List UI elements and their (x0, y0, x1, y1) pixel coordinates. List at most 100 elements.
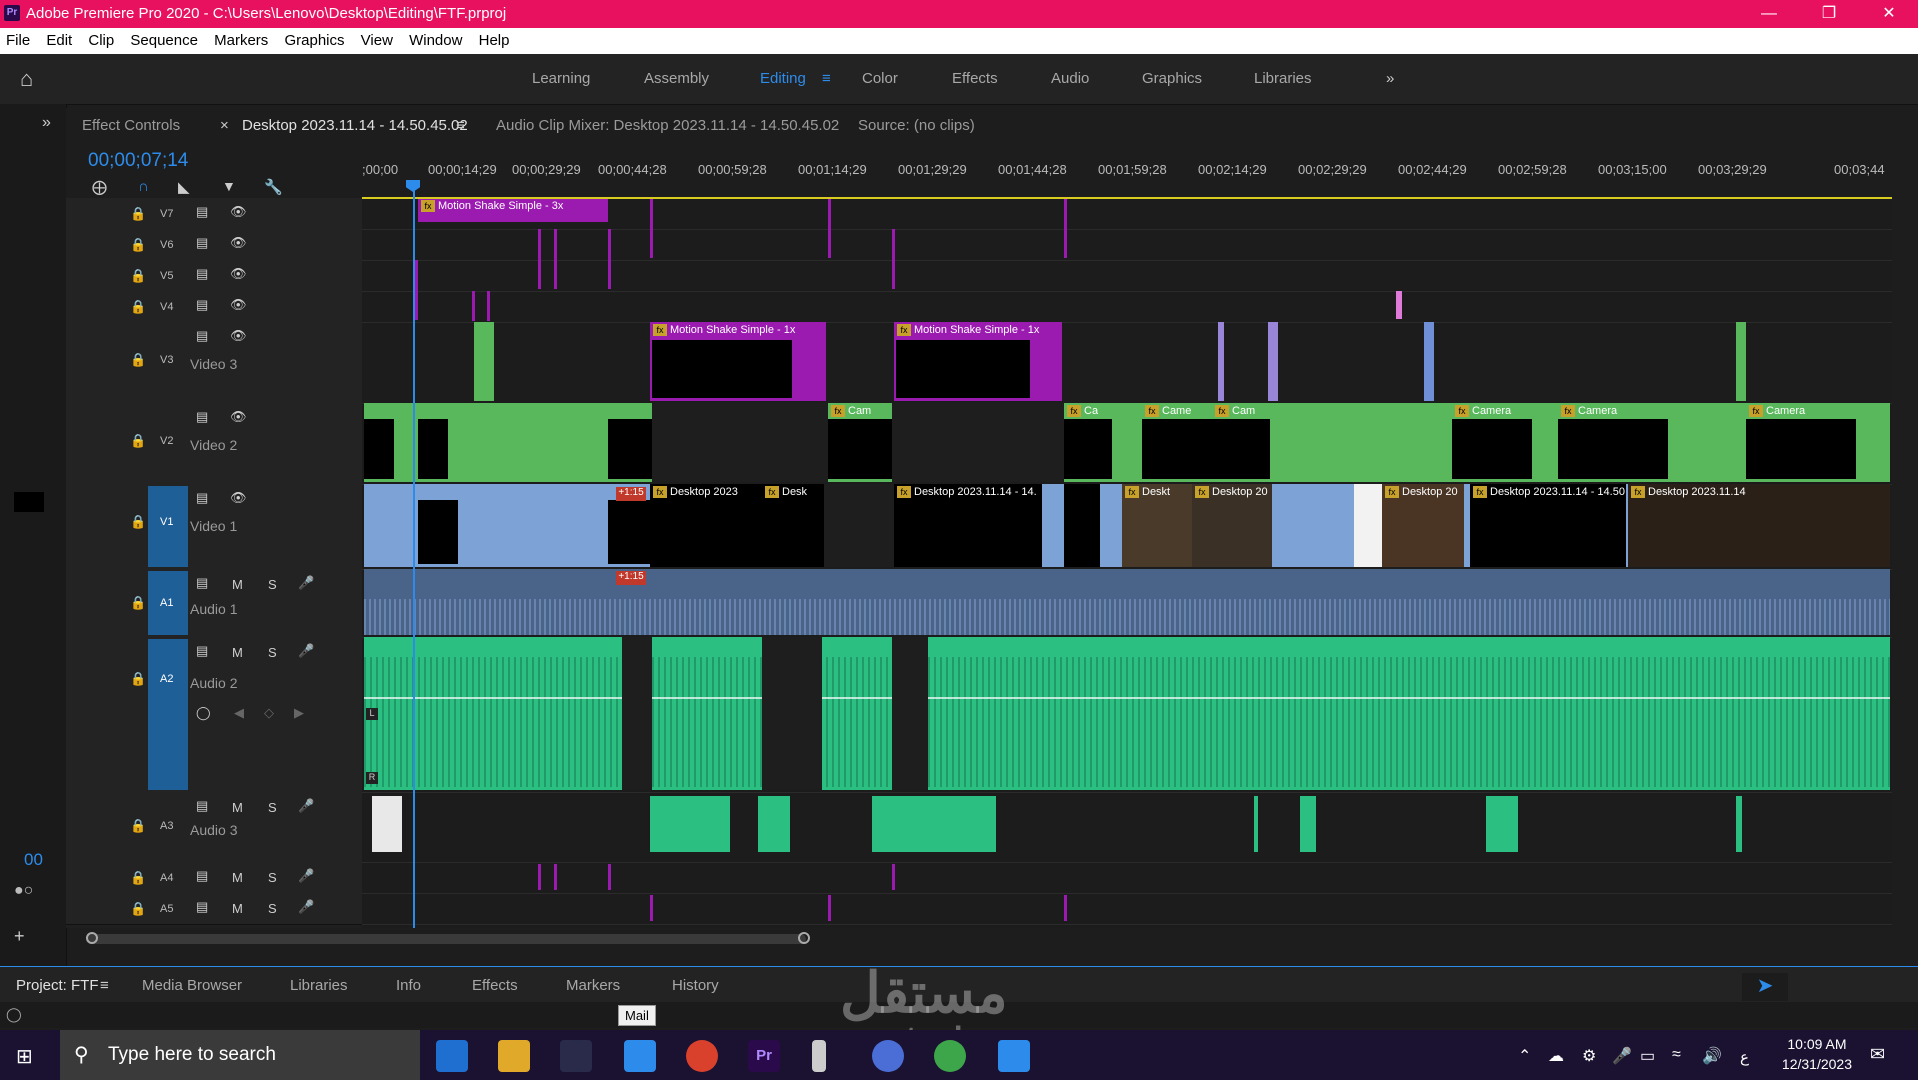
clip-slice[interactable] (538, 229, 541, 289)
toggle-sync-icon[interactable]: ▤ (196, 235, 208, 251)
lock-icon[interactable]: 🔒 (130, 299, 146, 315)
clip-desktop-2023-1114[interactable]: fx Desktop 2023.11.14 (1628, 484, 1890, 567)
toggle-sync-icon[interactable]: ▤ (196, 643, 208, 659)
lock-icon[interactable]: 🔒 (130, 352, 146, 368)
toggle-sync-icon[interactable]: ▤ (196, 328, 208, 344)
tab-effect-controls[interactable]: Effect Controls (82, 117, 180, 134)
clip-desktop-20[interactable]: fx Desktop 20 (1192, 484, 1272, 567)
taskbar-clock[interactable]: 10:09 AM 12/31/2023 (1782, 1034, 1852, 1074)
more-workspaces-icon[interactable]: » (1386, 70, 1394, 87)
add-keyframe-icon[interactable]: ◇ (264, 705, 274, 721)
workspace-editing[interactable]: Editing (760, 70, 806, 87)
lock-icon[interactable]: 🔒 (130, 595, 146, 611)
tab-project[interactable]: Project: FTF (16, 977, 99, 994)
clip-slice[interactable] (892, 864, 895, 890)
home-icon[interactable]: ⌂ (20, 66, 33, 92)
clip-desk[interactable]: fx Desk (762, 484, 824, 567)
clip-slice[interactable] (892, 229, 895, 289)
menu-markers[interactable]: Markers (208, 28, 274, 54)
audio-clip-a3[interactable] (1300, 796, 1316, 852)
onedrive-icon[interactable]: ☁ (1548, 1046, 1564, 1066)
audio-clip-a3[interactable] (872, 796, 996, 852)
clip-motion-shake-3x[interactable]: fx Motion Shake Simple - 3x (418, 198, 608, 222)
toggle-sync-icon[interactable]: ▤ (196, 409, 208, 425)
lane-v6[interactable] (362, 229, 1892, 261)
lane-v3[interactable] (362, 322, 1892, 404)
clip-slice[interactable] (650, 198, 653, 258)
lock-icon[interactable]: 🔒 (130, 514, 146, 530)
eye-icon[interactable]: 👁 (230, 235, 247, 251)
clip-slice[interactable] (1064, 895, 1067, 921)
notifications-icon[interactable]: ✉ (1870, 1044, 1885, 1065)
audio-clip-a3[interactable] (372, 796, 402, 852)
add-marker-icon[interactable]: ▼ (222, 178, 236, 194)
clip-slice[interactable] (1424, 322, 1434, 401)
lock-icon[interactable]: 🔒 (130, 671, 146, 687)
mute-button[interactable]: M (232, 800, 243, 815)
wifi-icon[interactable]: ≈ (1672, 1046, 1681, 1064)
tab-libraries[interactable]: Libraries (290, 977, 348, 994)
lock-icon[interactable]: 🔒 (130, 818, 146, 834)
lock-icon[interactable]: 🔒 (130, 870, 146, 886)
menu-graphics[interactable]: Graphics (278, 28, 350, 54)
menu-edit[interactable]: Edit (40, 28, 78, 54)
toggle-sync-icon[interactable]: ▤ (196, 575, 208, 591)
microphone-icon[interactable]: 🎤 (298, 899, 314, 915)
scrollbar-handle-left[interactable] (86, 932, 98, 944)
work-area-bar[interactable] (362, 197, 1892, 199)
next-keyframe-icon[interactable]: ▶ (294, 705, 304, 721)
clip-deskt[interactable]: fx Deskt (1122, 484, 1192, 567)
microphone-icon[interactable]: 🎤 (298, 575, 314, 591)
discord-icon[interactable] (872, 1040, 904, 1072)
workspace-graphics[interactable]: Graphics (1142, 70, 1202, 87)
lock-icon[interactable]: 🔒 (130, 237, 146, 253)
mail-icon[interactable] (624, 1040, 656, 1072)
chrome-profile-icon[interactable] (934, 1040, 966, 1072)
eye-icon[interactable]: 👁 (230, 328, 247, 344)
solo-button[interactable]: S (268, 577, 277, 592)
toggle-sync-icon[interactable]: ▤ (196, 798, 208, 814)
clip-desktop-full[interactable]: fx Desktop 2023.11.14 - 14.50.4 (1470, 484, 1626, 567)
solo-button[interactable]: S (268, 870, 277, 885)
volume-line[interactable] (364, 697, 1890, 699)
language-indicator[interactable]: ع (1740, 1048, 1749, 1066)
clip-desktop-20[interactable]: fx Desktop 20 (1382, 484, 1464, 567)
tab-media-browser[interactable]: Media Browser (142, 977, 242, 994)
lane-a4[interactable] (362, 862, 1892, 894)
lock-icon[interactable]: 🔒 (130, 433, 146, 449)
clip-camera[interactable]: fx Camera (1452, 403, 1532, 419)
tab-history[interactable]: History (672, 977, 719, 994)
clip-slice[interactable] (1268, 322, 1278, 401)
clip-camera[interactable]: fx Camera (1746, 403, 1856, 419)
menu-clip[interactable]: Clip (82, 28, 120, 54)
app-icon[interactable] (998, 1040, 1030, 1072)
lock-icon[interactable]: 🔒 (130, 206, 146, 222)
clip-slice[interactable] (487, 291, 490, 321)
chrome-icon[interactable] (686, 1040, 718, 1072)
lane-a5[interactable] (362, 893, 1892, 925)
workspace-audio[interactable]: Audio (1051, 70, 1089, 87)
menu-file[interactable]: File (0, 28, 36, 54)
clip-green-v3[interactable] (474, 322, 494, 401)
toggle-sync-icon[interactable]: ▤ (196, 899, 208, 915)
microphone-icon[interactable]: 🎤 (298, 868, 314, 884)
menu-window[interactable]: Window (403, 28, 468, 54)
workspace-color[interactable]: Color (862, 70, 898, 87)
close-tab-icon[interactable]: × (220, 117, 229, 134)
snap-icon[interactable]: ∩ (138, 178, 149, 195)
keyframe-icon[interactable]: ◯ (196, 705, 211, 721)
workspace-learning[interactable]: Learning (532, 70, 590, 87)
tab-info[interactable]: Info (396, 977, 421, 994)
solo-button[interactable]: S (268, 901, 277, 916)
clip-cam[interactable]: fx Cam (828, 403, 892, 419)
clip-slice[interactable] (1736, 322, 1746, 401)
clip-slice[interactable] (1064, 198, 1067, 258)
solo-button[interactable]: S (268, 645, 277, 660)
playhead-timecode[interactable]: 00;00;07;14 (88, 150, 188, 172)
timeline-zoom-scrollbar[interactable] (86, 930, 1892, 948)
clip-slice[interactable] (538, 864, 541, 890)
windows-start-icon[interactable]: ⊞ (16, 1044, 33, 1069)
file-explorer-icon[interactable] (498, 1040, 530, 1072)
clip-motion-shake-1x[interactable]: fx Motion Shake Simple - 1x (894, 322, 1062, 401)
mute-button[interactable]: M (232, 645, 243, 660)
